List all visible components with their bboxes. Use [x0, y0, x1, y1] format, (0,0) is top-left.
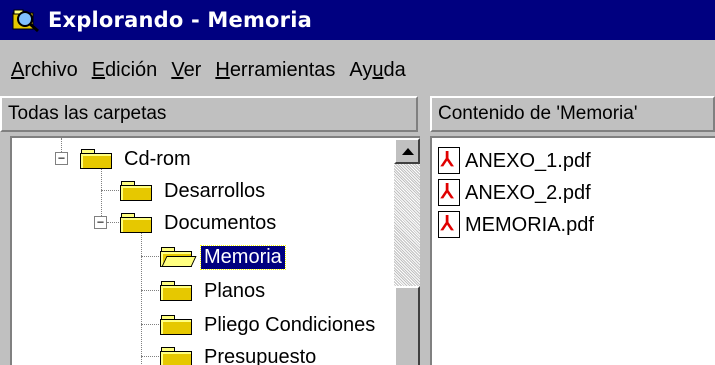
tree-item-label: Memoria	[200, 244, 286, 270]
tree-vertical-scrollbar[interactable]	[394, 138, 420, 365]
tree-item-label: Cd-rom	[124, 147, 191, 170]
file-item-memoria[interactable]: ⅄ MEMORIA.pdf	[438, 210, 594, 240]
tree-item-memoria[interactable]: Memoria	[159, 242, 286, 272]
tree-connector	[141, 324, 159, 325]
tree-item-label: Desarrollos	[164, 179, 266, 202]
folder-icon	[159, 314, 195, 336]
file-list[interactable]: ⅄ ANEXO_1.pdf ⅄ ANEXO_2.pdf ⅄ MEMORIA.pd…	[430, 136, 715, 365]
tree-connector	[141, 290, 159, 291]
collapse-documentos-toggle[interactable]: −	[94, 216, 107, 229]
menu-edicion[interactable]: Edición	[92, 59, 158, 82]
tree-item-label: Pliego Condiciones	[204, 313, 376, 336]
file-name: MEMORIA.pdf	[465, 213, 594, 236]
folder-icon	[79, 148, 115, 170]
tree-connector	[141, 356, 159, 357]
folder-tree[interactable]: − − Cd-rom Desarrollos Documentos Memori…	[10, 136, 420, 365]
tree-item-presupuesto[interactable]: Presupuesto	[159, 342, 319, 365]
folder-icon	[159, 280, 195, 302]
tree-connector	[101, 190, 119, 191]
folder-icon	[119, 180, 155, 202]
collapse-cdrom-toggle[interactable]: −	[55, 152, 68, 165]
file-name: ANEXO_2.pdf	[465, 181, 591, 204]
tree-item-documentos[interactable]: Documentos	[119, 208, 279, 238]
window-title: Explorando - Memoria	[48, 8, 312, 32]
all-folders-header: Todas las carpetas	[0, 96, 418, 132]
folder-icon	[119, 212, 155, 234]
tree-item-desarrollos[interactable]: Desarrollos	[119, 176, 268, 206]
tree-connector	[141, 232, 142, 365]
title-bar[interactable]: Explorando - Memoria	[0, 0, 715, 40]
pdf-icon: ⅄	[438, 147, 462, 175]
arrow-up-icon	[402, 148, 414, 155]
tree-connector	[141, 256, 159, 257]
tree-item-label: Planos	[204, 279, 266, 302]
menu-ver[interactable]: Ver	[171, 59, 201, 82]
tree-item-label: Documentos	[164, 211, 277, 234]
pane-splitter[interactable]	[420, 132, 430, 365]
tree-connector	[107, 222, 119, 223]
scroll-thumb[interactable]	[394, 286, 420, 365]
pdf-icon: ⅄	[438, 211, 462, 239]
tree-item-planos[interactable]: Planos	[159, 276, 268, 306]
tree-item-pliego-condiciones[interactable]: Pliego Condiciones	[159, 310, 378, 340]
menu-bar: Archivo Edición Ver Herramientas Ayuda	[0, 52, 715, 88]
open-folder-icon	[159, 246, 197, 268]
scroll-up-button[interactable]	[394, 138, 420, 164]
file-item-anexo-2[interactable]: ⅄ ANEXO_2.pdf	[438, 178, 591, 208]
pdf-icon: ⅄	[438, 179, 462, 207]
menu-herramientas[interactable]: Herramientas	[215, 59, 335, 82]
contents-header: Contenido de 'Memoria'	[430, 96, 715, 132]
file-item-anexo-1[interactable]: ⅄ ANEXO_1.pdf	[438, 146, 591, 176]
explorer-window: Explorando - Memoria Archivo Edición Ver…	[0, 0, 715, 365]
tree-item-cd-rom[interactable]: Cd-rom	[79, 144, 194, 174]
file-name: ANEXO_1.pdf	[465, 149, 591, 172]
folder-icon	[159, 346, 195, 365]
menu-archivo[interactable]: Archivo	[11, 59, 78, 82]
explorer-magnifier-icon[interactable]	[12, 7, 40, 33]
menu-ayuda[interactable]: Ayuda	[349, 59, 405, 82]
tree-item-label: Presupuesto	[204, 345, 317, 365]
